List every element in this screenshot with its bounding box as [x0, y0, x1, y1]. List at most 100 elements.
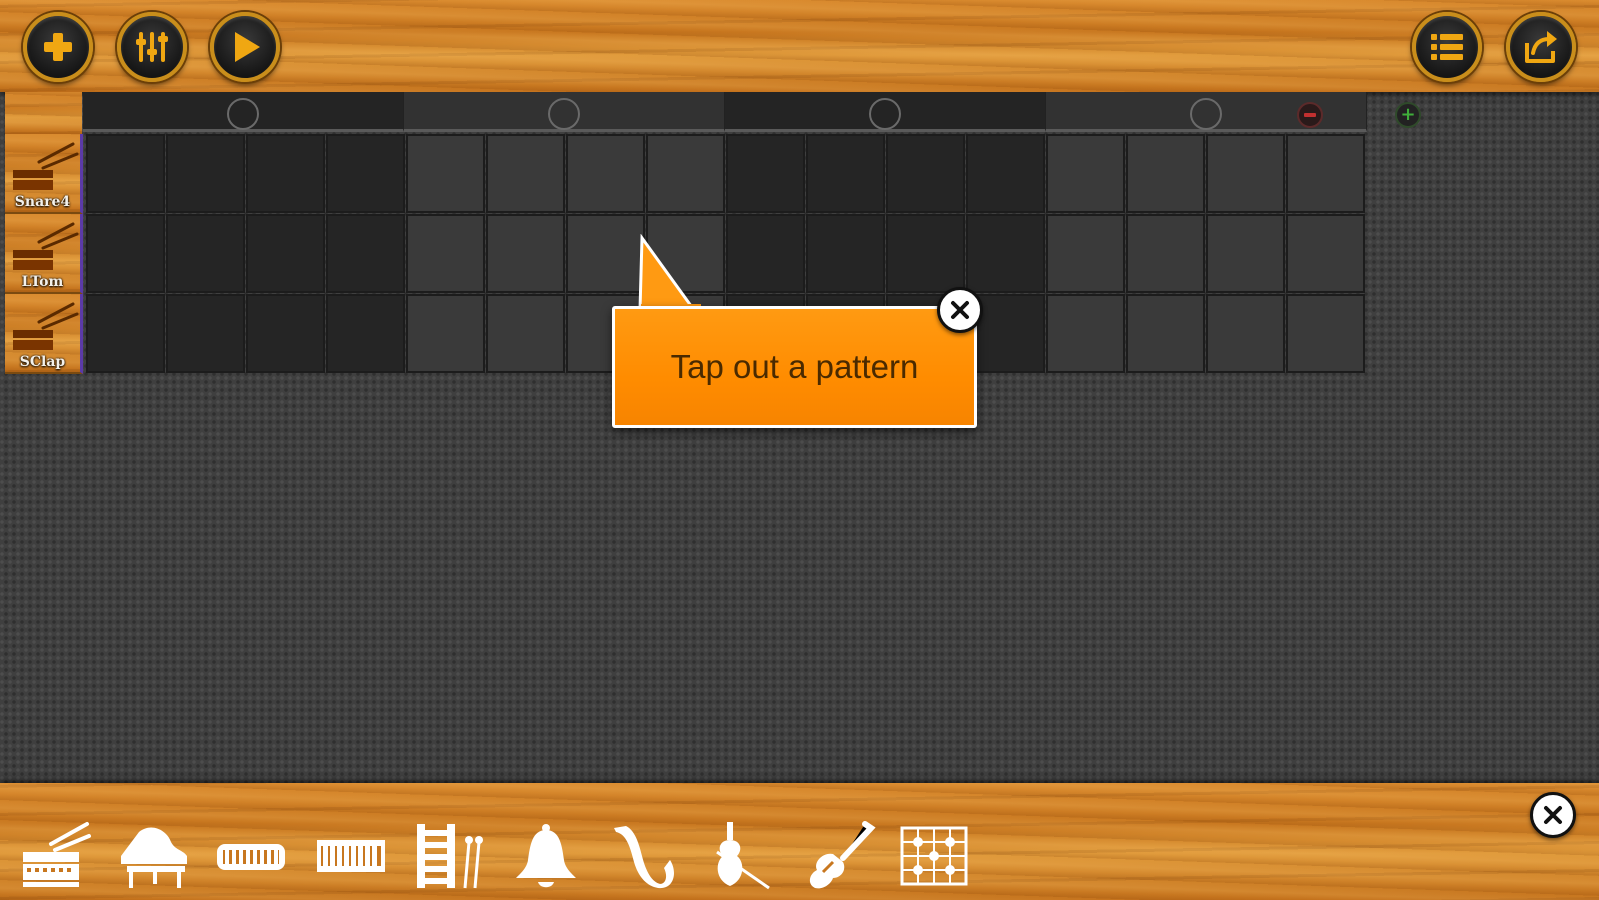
instrument-electric-guitar[interactable]: [800, 820, 878, 892]
step-cell[interactable]: [486, 214, 565, 293]
track-label[interactable]: LTom: [5, 214, 83, 294]
segment-marker[interactable]: [227, 98, 259, 130]
instrument-synth-keyboard[interactable]: [312, 820, 390, 892]
instrument-bell[interactable]: [507, 820, 585, 892]
step-cell[interactable]: [86, 294, 165, 373]
step-cell[interactable]: [326, 294, 405, 373]
plus-icon: [44, 33, 72, 61]
step-cell[interactable]: [246, 294, 325, 373]
step-cell[interactable]: [86, 214, 165, 293]
instrument-drum[interactable]: [14, 820, 92, 892]
instrument-bar-close-button[interactable]: [1530, 792, 1576, 838]
segment-header: [725, 92, 1046, 132]
step-cell[interactable]: [1206, 134, 1285, 213]
track-name: SClap: [19, 354, 66, 370]
step-cell[interactable]: [86, 134, 165, 213]
step-cell[interactable]: [406, 294, 485, 373]
bell-icon: [516, 824, 576, 888]
grand-piano-icon: [121, 827, 187, 888]
beat-header: [83, 92, 1370, 132]
step-cell[interactable]: [886, 134, 965, 213]
tooltip-close-button[interactable]: [937, 287, 983, 333]
step-cell[interactable]: [486, 294, 565, 373]
list-icon: [1431, 34, 1463, 60]
segment-header: [83, 92, 404, 132]
play-icon: [235, 32, 260, 62]
step-cell[interactable]: [1126, 134, 1205, 213]
step-cell[interactable]: [966, 134, 1045, 213]
share-icon: [1525, 31, 1557, 63]
step-cell[interactable]: [166, 134, 245, 213]
step-cell[interactable]: [1046, 134, 1125, 213]
drum-icon: [23, 822, 91, 887]
instrument-saxophone[interactable]: [605, 820, 683, 892]
step-cell[interactable]: [726, 214, 805, 293]
grid-corner: [5, 92, 82, 134]
step-cell[interactable]: [486, 134, 565, 213]
step-cell[interactable]: [1126, 294, 1205, 373]
step-cell[interactable]: [1286, 294, 1365, 373]
add-segment-button[interactable]: +: [1395, 102, 1421, 128]
step-cell[interactable]: [1046, 214, 1125, 293]
step-cell[interactable]: [166, 294, 245, 373]
step-cell[interactable]: [566, 134, 645, 213]
snare-drum-icon: [13, 142, 79, 190]
violin-icon: [716, 822, 770, 890]
play-button[interactable]: [210, 12, 280, 82]
snare-drum-icon: [13, 222, 79, 270]
segment-marker[interactable]: [1190, 98, 1222, 130]
synth-keyboard-icon: [317, 840, 385, 872]
track-label[interactable]: SClap: [5, 294, 83, 374]
step-cell[interactable]: [246, 214, 325, 293]
step-cell[interactable]: [806, 214, 885, 293]
segment-header: [404, 92, 725, 132]
add-button[interactable]: [23, 12, 93, 82]
instrument-violin[interactable]: [700, 820, 778, 892]
hint-tooltip: Tap out a pattern: [612, 306, 977, 428]
keyboard-icon: [217, 844, 285, 870]
track-name: Snare4: [14, 194, 71, 210]
remove-segment-button[interactable]: [1297, 102, 1323, 128]
step-cell[interactable]: [886, 214, 965, 293]
step-cell[interactable]: [166, 214, 245, 293]
instrument-xylophone[interactable]: [410, 820, 488, 892]
step-cell[interactable]: [1206, 294, 1285, 373]
xylophone-icon: [417, 824, 483, 889]
chord-grid-icon: [900, 826, 968, 886]
track-row: Snare4: [5, 134, 1370, 214]
step-cell[interactable]: [806, 134, 885, 213]
step-cell[interactable]: [646, 134, 725, 213]
step-cell[interactable]: [406, 214, 485, 293]
close-icon: [1544, 806, 1562, 824]
step-cell[interactable]: [1206, 214, 1285, 293]
track-label[interactable]: Snare4: [5, 134, 83, 214]
tooltip-text: Tap out a pattern: [670, 348, 919, 385]
mixer-button[interactable]: [117, 12, 187, 82]
mixer-icon: [136, 32, 168, 62]
step-cell[interactable]: [1126, 214, 1205, 293]
minus-icon: [1304, 113, 1316, 117]
step-cell[interactable]: [1286, 134, 1365, 213]
step-cell[interactable]: [1046, 294, 1125, 373]
share-button[interactable]: [1506, 12, 1576, 82]
close-icon: [951, 301, 969, 319]
step-cell[interactable]: [726, 134, 805, 213]
step-cell[interactable]: [966, 214, 1045, 293]
step-cell[interactable]: [326, 214, 405, 293]
snare-drum-icon: [13, 302, 79, 350]
step-cells: [86, 134, 1366, 213]
list-button[interactable]: [1412, 12, 1482, 82]
electric-guitar-icon: [809, 821, 876, 889]
step-cell[interactable]: [566, 214, 645, 293]
segment-marker[interactable]: [548, 98, 580, 130]
segment-marker[interactable]: [869, 98, 901, 130]
step-cell[interactable]: [246, 134, 325, 213]
instrument-chord-grid[interactable]: [895, 820, 973, 892]
step-cell[interactable]: [326, 134, 405, 213]
instrument-grand-piano[interactable]: [114, 820, 192, 892]
step-cell[interactable]: [406, 134, 485, 213]
track-name: LTom: [21, 274, 64, 290]
step-cell[interactable]: [1286, 214, 1365, 293]
instrument-keyboard[interactable]: [212, 820, 290, 892]
step-cells: [86, 214, 1366, 293]
